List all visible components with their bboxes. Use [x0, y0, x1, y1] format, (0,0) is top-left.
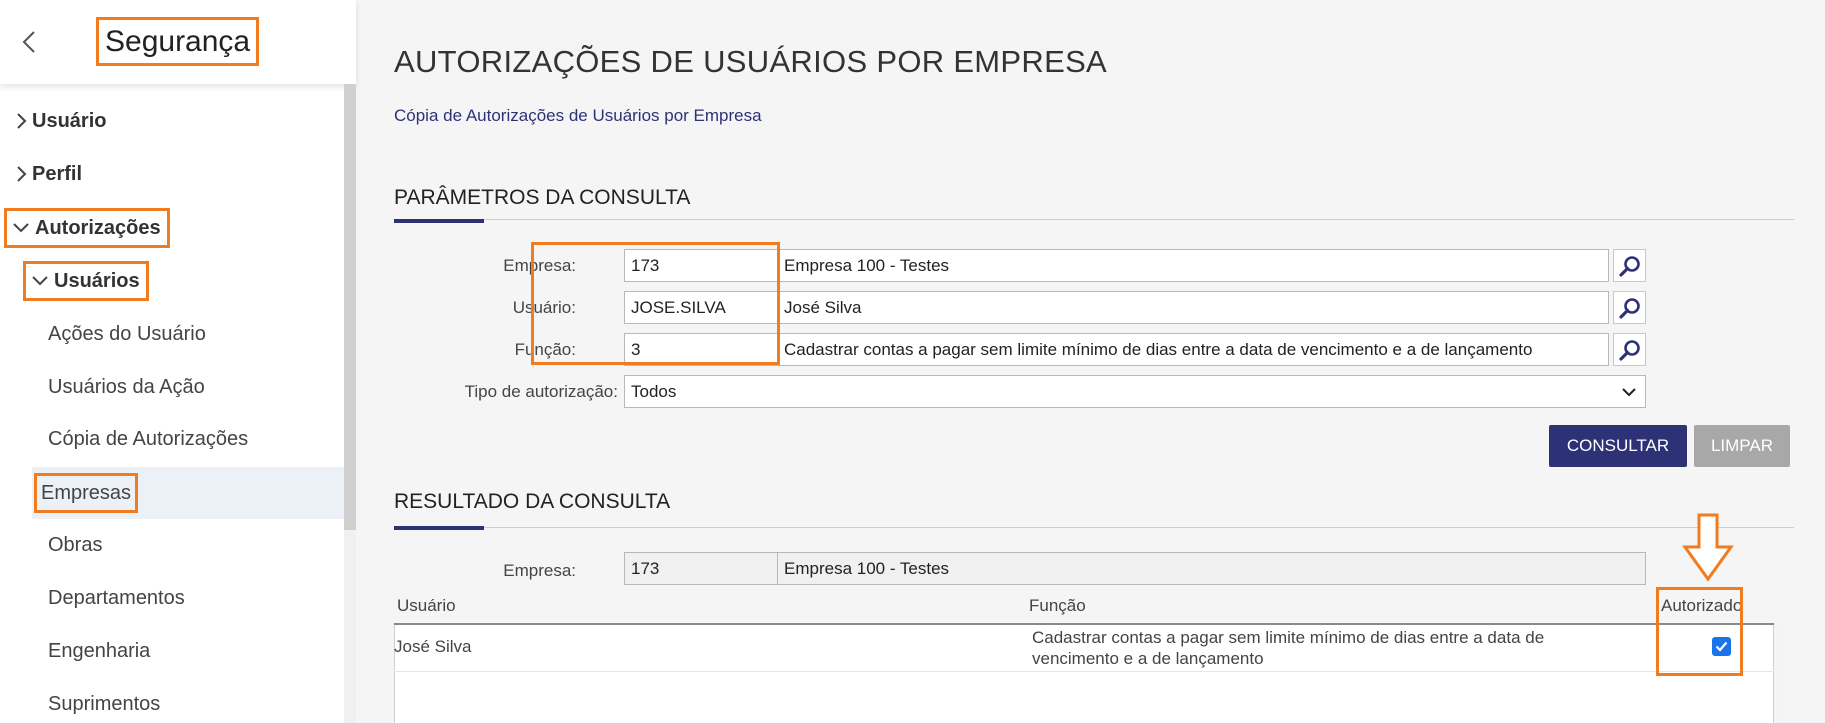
- page-title: AUTORIZAÇÕES DE USUÁRIOS POR EMPRESA: [394, 44, 1108, 79]
- search-icon: [1618, 339, 1640, 361]
- result-section-accent: [394, 526, 484, 530]
- sidebar-item-label: Usuário: [32, 109, 107, 132]
- chevron-right-icon: [17, 113, 27, 129]
- sidebar-subitem-empresas[interactable]: Empresas: [33, 473, 139, 513]
- consultar-button[interactable]: CONSULTAR: [1549, 425, 1687, 467]
- sidebar-subitem-suprimentos[interactable]: Suprimentos: [44, 687, 164, 721]
- empresa-search-button[interactable]: [1613, 249, 1646, 282]
- sidebar-subitem-obras[interactable]: Obras: [44, 528, 106, 562]
- sidebar-item-autorizacoes[interactable]: Autorizações: [4, 208, 170, 248]
- row-usuario-cell: José Silva: [394, 637, 472, 656]
- sidebar-subitem-engenharia[interactable]: Engenharia: [44, 634, 154, 668]
- sidebar-subitem-copia-de-autorizacoes[interactable]: Cópia de Autorizações: [44, 422, 252, 456]
- sidebar-item-perfil[interactable]: Perfil: [14, 157, 88, 191]
- usuario-search-button[interactable]: [1613, 291, 1646, 324]
- result-empresa-name: Empresa 100 - Testes: [777, 552, 1646, 585]
- sidebar-item-label: Perfil: [32, 162, 83, 185]
- sidebar-header: Segurança: [0, 0, 356, 84]
- sidebar-subitem-departamentos[interactable]: Departamentos: [44, 581, 189, 615]
- column-header-usuario[interactable]: Usuário: [397, 596, 456, 616]
- chevron-down-icon: [32, 276, 48, 286]
- chevron-down-icon: [1622, 388, 1636, 397]
- sidebar-subitem-usuarios-da-acao[interactable]: Usuários da Ação: [44, 370, 209, 404]
- result-empresa-code: 173: [624, 552, 778, 585]
- filter-highlight-box: [531, 242, 780, 365]
- sidebar-item-label: Usuários: [54, 269, 140, 292]
- result-empresa-label: Empresa:: [503, 561, 576, 580]
- search-icon: [1618, 297, 1640, 319]
- sidebar-item-label: Autorizações: [35, 216, 161, 239]
- sidebar: Segurança Usuário Perfil Autorizações Us…: [0, 0, 356, 723]
- table-row-divider: [394, 671, 1774, 672]
- usuario-name-field[interactable]: José Silva: [777, 291, 1609, 324]
- row-funcao-cell: Cadastrar contas a pagar sem limite míni…: [1032, 628, 1545, 668]
- chevron-right-icon: [17, 166, 27, 182]
- tipo-autorizacao-value: Todos: [631, 382, 677, 401]
- sidebar-scrollbar-track[interactable]: [344, 530, 356, 723]
- sidebar-item-usuarios[interactable]: Usuários: [23, 261, 149, 301]
- result-section-divider: [394, 527, 1794, 528]
- search-icon: [1618, 255, 1640, 277]
- sidebar-title: Segurança: [95, 17, 260, 66]
- tipo-autorizacao-label: Tipo de autorização:: [464, 382, 618, 401]
- column-header-funcao[interactable]: Função: [1029, 596, 1086, 616]
- limpar-button[interactable]: LIMPAR: [1694, 425, 1790, 467]
- main-content: AUTORIZAÇÕES DE USUÁRIOS POR EMPRESA Cóp…: [356, 0, 1825, 723]
- table-scrollbar[interactable]: [1777, 625, 1789, 723]
- copy-authorizations-link[interactable]: Cópia de Autorizações de Usuários por Em…: [394, 106, 762, 126]
- params-section-divider: [394, 219, 1794, 220]
- funcao-search-button[interactable]: [1613, 333, 1646, 366]
- autorizado-highlight-box: [1656, 587, 1743, 676]
- params-section-accent: [394, 219, 484, 223]
- sidebar-item-usuario[interactable]: Usuário: [14, 104, 112, 138]
- result-section-title: RESULTADO DA CONSULTA: [394, 490, 671, 513]
- down-arrow-annotation-icon: [1682, 513, 1734, 582]
- params-section-title: PARÂMETROS DA CONSULTA: [394, 186, 691, 209]
- sidebar-subitem-acoes-do-usuario[interactable]: Ações do Usuário: [44, 317, 210, 351]
- chevron-down-icon: [13, 223, 29, 233]
- tipo-autorizacao-select[interactable]: Todos: [624, 375, 1646, 408]
- funcao-name-field[interactable]: Cadastrar contas a pagar sem limite míni…: [777, 333, 1609, 366]
- sidebar-scrollbar-thumb[interactable]: [344, 84, 356, 530]
- back-chevron-icon[interactable]: [18, 28, 44, 56]
- empresa-name-field[interactable]: Empresa 100 - Testes: [777, 249, 1609, 282]
